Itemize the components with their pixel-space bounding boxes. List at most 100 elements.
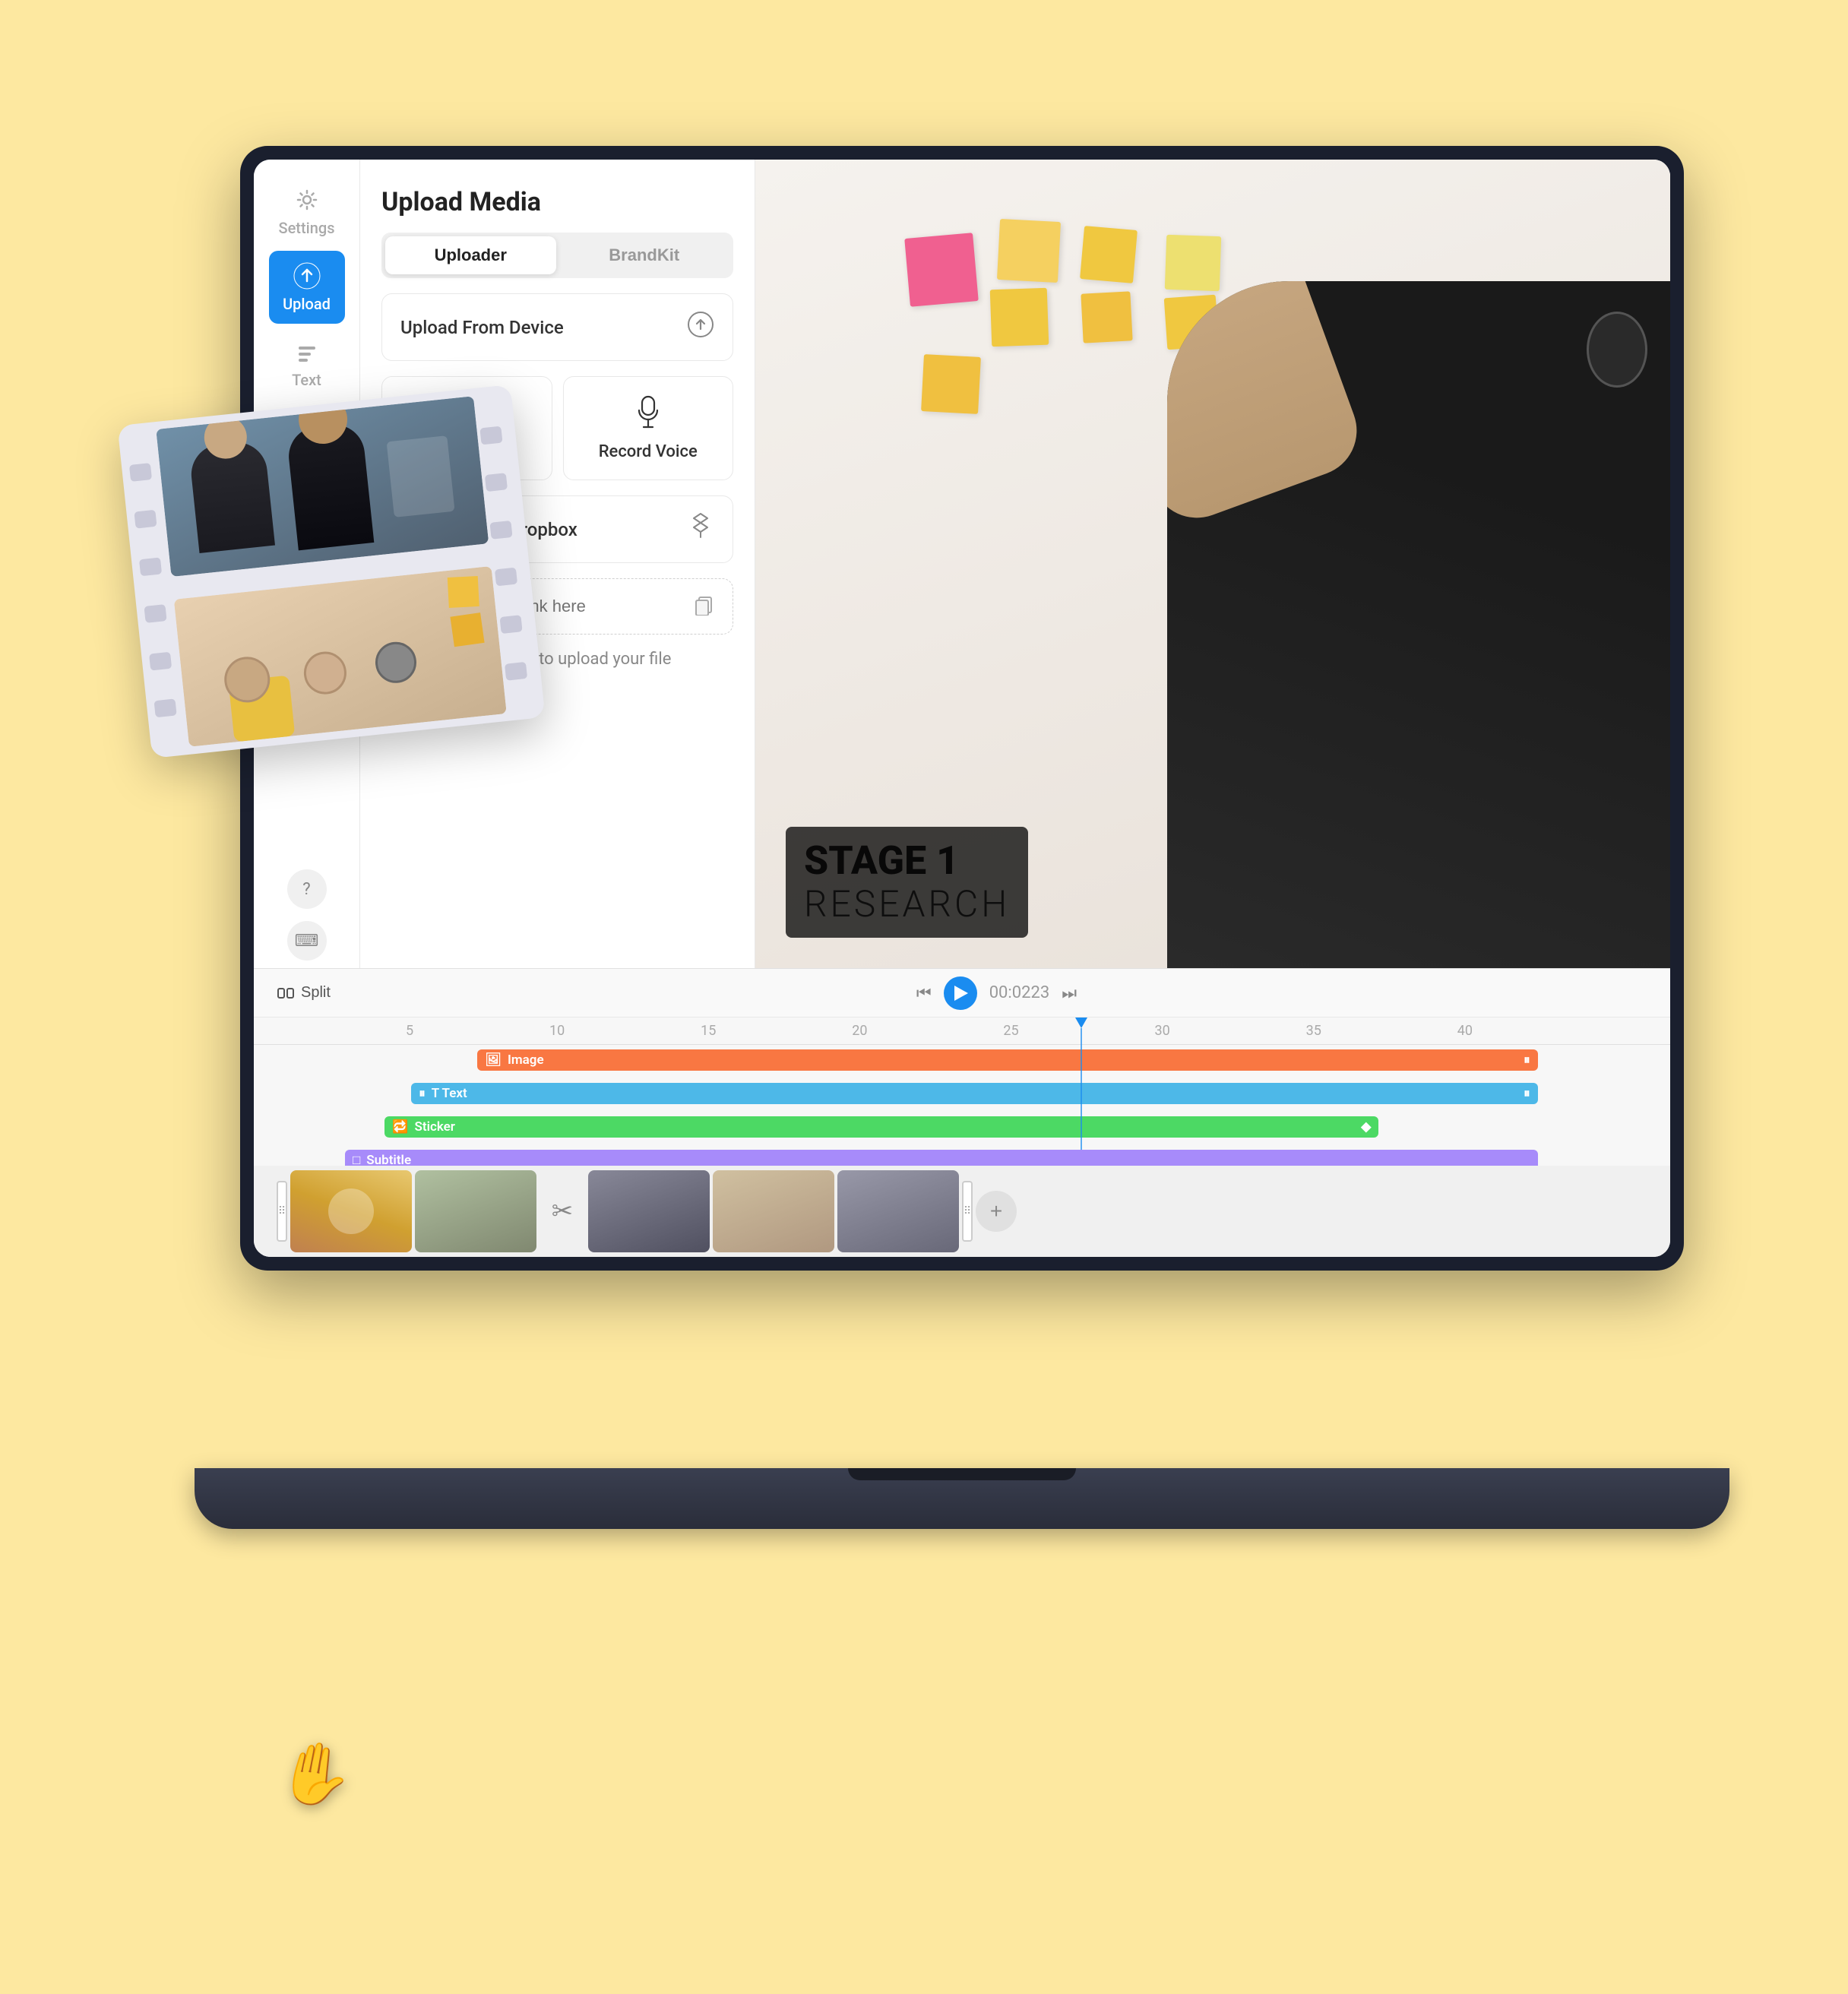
sticky-note-3 bbox=[1080, 226, 1138, 283]
sidebar-settings-label: Settings bbox=[278, 219, 334, 237]
record-voice-label: Record Voice bbox=[599, 442, 698, 461]
subtitle-track-label: Subtitle bbox=[366, 1153, 411, 1166]
image-track-icon: 🖼 bbox=[485, 1052, 502, 1068]
track-text-content: ⏸ T Text ⏸ bbox=[345, 1083, 1670, 1107]
subtitle-icon: □ bbox=[353, 1153, 360, 1166]
sticker-icon: 🔁 bbox=[392, 1119, 408, 1135]
track-subtitle-row: □ Subtitle bbox=[254, 1145, 1670, 1166]
skip-back-button[interactable]: ⏮ bbox=[916, 983, 932, 1003]
film-hole bbox=[154, 699, 177, 718]
seated-head-2 bbox=[302, 650, 349, 697]
left-handle[interactable] bbox=[277, 1181, 287, 1242]
head-1 bbox=[202, 413, 249, 461]
right-handle[interactable] bbox=[962, 1181, 973, 1242]
add-clip-button[interactable]: + bbox=[976, 1191, 1017, 1232]
panel-title: Upload Media bbox=[381, 187, 733, 217]
ruler-mark: 30 bbox=[1155, 1023, 1170, 1039]
track-text-row: ⏸ T Text ⏸ bbox=[254, 1078, 1670, 1112]
record-voice[interactable]: Record Voice bbox=[563, 376, 734, 480]
help-button[interactable]: ? bbox=[287, 869, 327, 909]
stage-overlay: STAGE 1 RESEARCH bbox=[786, 827, 1028, 938]
timeline-controls: ⏮ 00:0223 ⏭ bbox=[916, 976, 1077, 1010]
person-silhouette bbox=[1167, 281, 1670, 968]
dropbox-icon bbox=[687, 513, 714, 546]
sidebar-item-upload[interactable]: Upload bbox=[269, 251, 345, 324]
cursor-hand: ✋ bbox=[273, 1733, 359, 1816]
seated-head-3 bbox=[373, 640, 418, 685]
skip-forward-button[interactable]: ⏭ bbox=[1062, 983, 1077, 1003]
sidebar-text-label: Text bbox=[292, 371, 321, 389]
sticky-note-yellow1 bbox=[997, 219, 1061, 283]
glasses bbox=[1587, 312, 1647, 388]
image-track-end-icon: ⏸ bbox=[1524, 1052, 1530, 1068]
track-subtitle-content: □ Subtitle bbox=[345, 1150, 1670, 1166]
image-track-bar[interactable]: 🖼 Image ⏸ bbox=[477, 1049, 1537, 1071]
film-hole bbox=[479, 426, 502, 445]
sticker-track-bar[interactable]: 🔁 Sticker ◆ bbox=[384, 1116, 1378, 1138]
timeline-ruler: 5 10 15 20 25 30 35 40 bbox=[254, 1018, 1670, 1045]
ruler-mark: 20 bbox=[852, 1023, 867, 1039]
film-hole bbox=[505, 662, 527, 681]
scene: Settings Upload bbox=[88, 85, 1760, 1909]
sticky-note-yellow2 bbox=[990, 288, 1049, 347]
film-thumbnail-2 bbox=[415, 1170, 536, 1252]
tab-uploader[interactable]: Uploader bbox=[385, 236, 556, 274]
film-hole bbox=[134, 510, 157, 529]
sidebar-item-settings[interactable]: Settings bbox=[269, 175, 345, 248]
sidebar-upload-label: Upload bbox=[283, 295, 331, 313]
stage-text-1: STAGE 1 bbox=[804, 839, 1010, 882]
floating-filmstrip bbox=[117, 385, 545, 758]
ruler-mark: 5 bbox=[406, 1023, 413, 1039]
film-thumbnail-3 bbox=[588, 1170, 710, 1252]
filmstrip-row: ✂ + bbox=[254, 1166, 1670, 1257]
timeline-tracks: 5 10 15 20 25 30 35 40 bbox=[254, 1018, 1670, 1166]
upload-device-icon bbox=[687, 311, 714, 343]
track-sticker-row: 🔁 Sticker ◆ bbox=[254, 1112, 1670, 1145]
subtitle-track-bar[interactable]: □ Subtitle bbox=[345, 1150, 1538, 1166]
clipboard-icon bbox=[693, 594, 714, 619]
sidebar-item-text[interactable]: Text bbox=[269, 327, 345, 400]
person-silhouette-2 bbox=[286, 421, 374, 550]
ruler-mark: 35 bbox=[1306, 1023, 1321, 1039]
ruler-mark: 10 bbox=[549, 1023, 565, 1039]
upload-from-device-label: Upload From Device bbox=[400, 317, 564, 338]
film-thumbnail-4 bbox=[713, 1170, 834, 1252]
film-hole bbox=[129, 463, 152, 482]
sticky-note-4 bbox=[1081, 291, 1132, 343]
track-image-content: 🖼 Image ⏸ bbox=[345, 1049, 1670, 1074]
sticker-track-label: Sticker bbox=[414, 1119, 454, 1135]
ruler-mark: 25 bbox=[1003, 1023, 1018, 1039]
monitor bbox=[387, 435, 455, 517]
ruler-mark: 40 bbox=[1457, 1023, 1473, 1039]
keyboard-button[interactable]: ⌨ bbox=[287, 921, 327, 961]
timeline-area: Split ⏮ 00:0223 ⏭ bbox=[254, 968, 1670, 1257]
scissors-icon: ✂ bbox=[540, 1188, 585, 1234]
film-frame-top bbox=[156, 396, 489, 577]
ruler-marks: 5 10 15 20 25 30 35 40 bbox=[406, 1023, 1473, 1039]
film-hole bbox=[495, 568, 517, 587]
time-display: 00:0223 bbox=[989, 983, 1050, 1002]
film-hole bbox=[485, 473, 508, 492]
tab-switcher: Uploader BrandKit bbox=[381, 233, 733, 278]
sticker-end-handle: ◆ bbox=[1361, 1119, 1371, 1135]
ruler-mark: 15 bbox=[701, 1023, 716, 1039]
film-thumbnail-1 bbox=[290, 1170, 412, 1252]
bg-sticky-2 bbox=[450, 612, 484, 647]
arm bbox=[1167, 281, 1369, 530]
film-hole bbox=[489, 521, 512, 540]
film-hole bbox=[139, 557, 162, 576]
person-silhouette-1 bbox=[188, 439, 275, 553]
text-track-icon: ⏸ bbox=[419, 1086, 426, 1101]
mic-icon bbox=[636, 395, 660, 435]
split-button[interactable]: Split bbox=[277, 984, 331, 1002]
research-bg: STAGE 1 RESEARCH bbox=[755, 160, 1670, 968]
sticky-note-7 bbox=[921, 354, 981, 414]
upload-from-device[interactable]: Upload From Device bbox=[381, 293, 733, 361]
laptop-base bbox=[195, 1468, 1729, 1529]
bottom-help-area: ? ⌨ bbox=[287, 862, 327, 968]
film-thumbnail-5 bbox=[837, 1170, 959, 1252]
track-image-row: 🖼 Image ⏸ bbox=[254, 1045, 1670, 1078]
text-track-bar[interactable]: ⏸ T Text ⏸ bbox=[411, 1083, 1537, 1104]
tab-brandkit[interactable]: BrandKit bbox=[559, 236, 730, 274]
play-button[interactable] bbox=[944, 976, 977, 1010]
